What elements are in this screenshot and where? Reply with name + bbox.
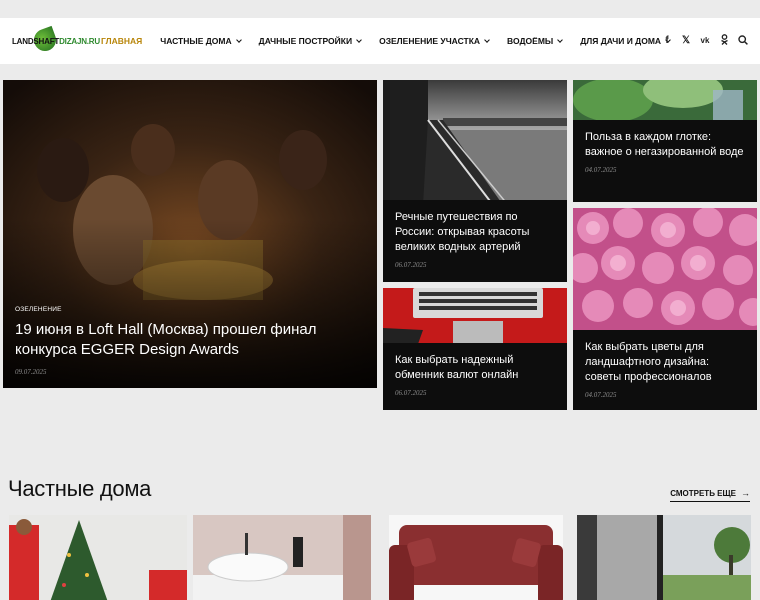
interior-window-photo: [577, 515, 751, 600]
odnoklassniki-icon[interactable]: [719, 34, 729, 48]
sofa-photo: [389, 515, 563, 600]
site-header: LANDSHAFTDIZAJN.RU Главная Частные дома …: [0, 18, 760, 64]
nav-item-for-home[interactable]: Для дачи и дома: [580, 36, 671, 46]
nav-item-country-buildings[interactable]: Дачные постройки: [259, 36, 362, 46]
article-thumb-sofa[interactable]: [389, 515, 563, 600]
chevron-down-icon: [557, 36, 564, 43]
nav-item-home[interactable]: Главная: [101, 36, 142, 46]
search-icon[interactable]: [738, 34, 748, 48]
river-photo: [383, 80, 567, 205]
article-thumb-interior[interactable]: [577, 515, 751, 600]
post-date: 04.07.2025: [585, 391, 617, 399]
arrow-right-icon: →: [741, 488, 750, 498]
card-title[interactable]: Польза в каждом глотке: важное о негазир…: [585, 130, 745, 160]
vk-icon[interactable]: vk: [700, 36, 710, 46]
card-caption: Польза в каждом глотке: важное о негазир…: [573, 120, 757, 202]
category-label[interactable]: Озеленение: [15, 306, 363, 313]
bathroom-sink-photo: [193, 515, 371, 600]
post-date: 04.07.2025: [585, 166, 617, 174]
article-thumb-bathroom[interactable]: [193, 515, 371, 600]
post-date: 06.07.2025: [395, 261, 427, 269]
nav-item-ponds[interactable]: Водоёмы: [507, 36, 564, 46]
see-more-link[interactable]: СМОТРЕТЬ ЕЩЕ →: [670, 488, 750, 502]
logo-text: LANDSHAFTDIZAJN.RU: [12, 36, 100, 46]
nav-item-landscaping[interactable]: Озеленение участка: [379, 36, 490, 46]
card-caption: Как выбрать цветы для ландшафтного дизай…: [573, 330, 757, 410]
post-date: 06.07.2025: [395, 389, 427, 397]
card-caption: Как выбрать надежный обменник валют онла…: [383, 343, 567, 410]
facebook-icon[interactable]: f: [662, 36, 672, 46]
card-caption: Речные путешествия по России: открывая к…: [383, 200, 567, 282]
featured-card-river[interactable]: Речные путешествия по России: открывая к…: [383, 80, 567, 282]
social-icons: f 𝕏 vk: [662, 18, 748, 64]
main-nav: Главная Частные дома Дачные постройки Оз…: [101, 18, 688, 64]
post-date: 09.07.2025: [15, 368, 47, 376]
peonies-photo: [573, 208, 757, 338]
nav-item-private-houses[interactable]: Частные дома: [160, 36, 242, 46]
x-twitter-icon[interactable]: 𝕏: [681, 36, 691, 46]
chevron-down-icon: [484, 36, 490, 43]
article-thumb-christmas[interactable]: [9, 515, 187, 600]
chevron-down-icon: [235, 36, 242, 43]
featured-main-title[interactable]: 19 июня в Loft Hall (Москва) прошел фина…: [15, 320, 363, 360]
card-title[interactable]: Как выбрать надежный обменник валют онла…: [395, 353, 555, 383]
chevron-down-icon: [356, 36, 362, 43]
card-title[interactable]: Как выбрать цветы для ландшафтного дизай…: [585, 340, 745, 385]
featured-main-overlay: Озеленение 19 июня в Loft Hall (Москва) …: [15, 306, 363, 376]
site-logo[interactable]: LANDSHAFTDIZAJN.RU: [12, 25, 100, 55]
featured-card-flowers[interactable]: Как выбрать цветы для ландшафтного дизай…: [573, 208, 757, 410]
featured-main-card[interactable]: Озеленение 19 июня в Loft Hall (Москва) …: [3, 80, 377, 388]
section-title: Частные дома: [8, 476, 152, 501]
card-title[interactable]: Речные путешествия по России: открывая к…: [395, 210, 555, 255]
christmas-tree-photo: [9, 515, 187, 600]
featured-card-water[interactable]: Польза в каждом глотке: важное о негазир…: [573, 80, 757, 202]
featured-card-exchange[interactable]: Как выбрать надежный обменник валют онла…: [383, 288, 567, 410]
